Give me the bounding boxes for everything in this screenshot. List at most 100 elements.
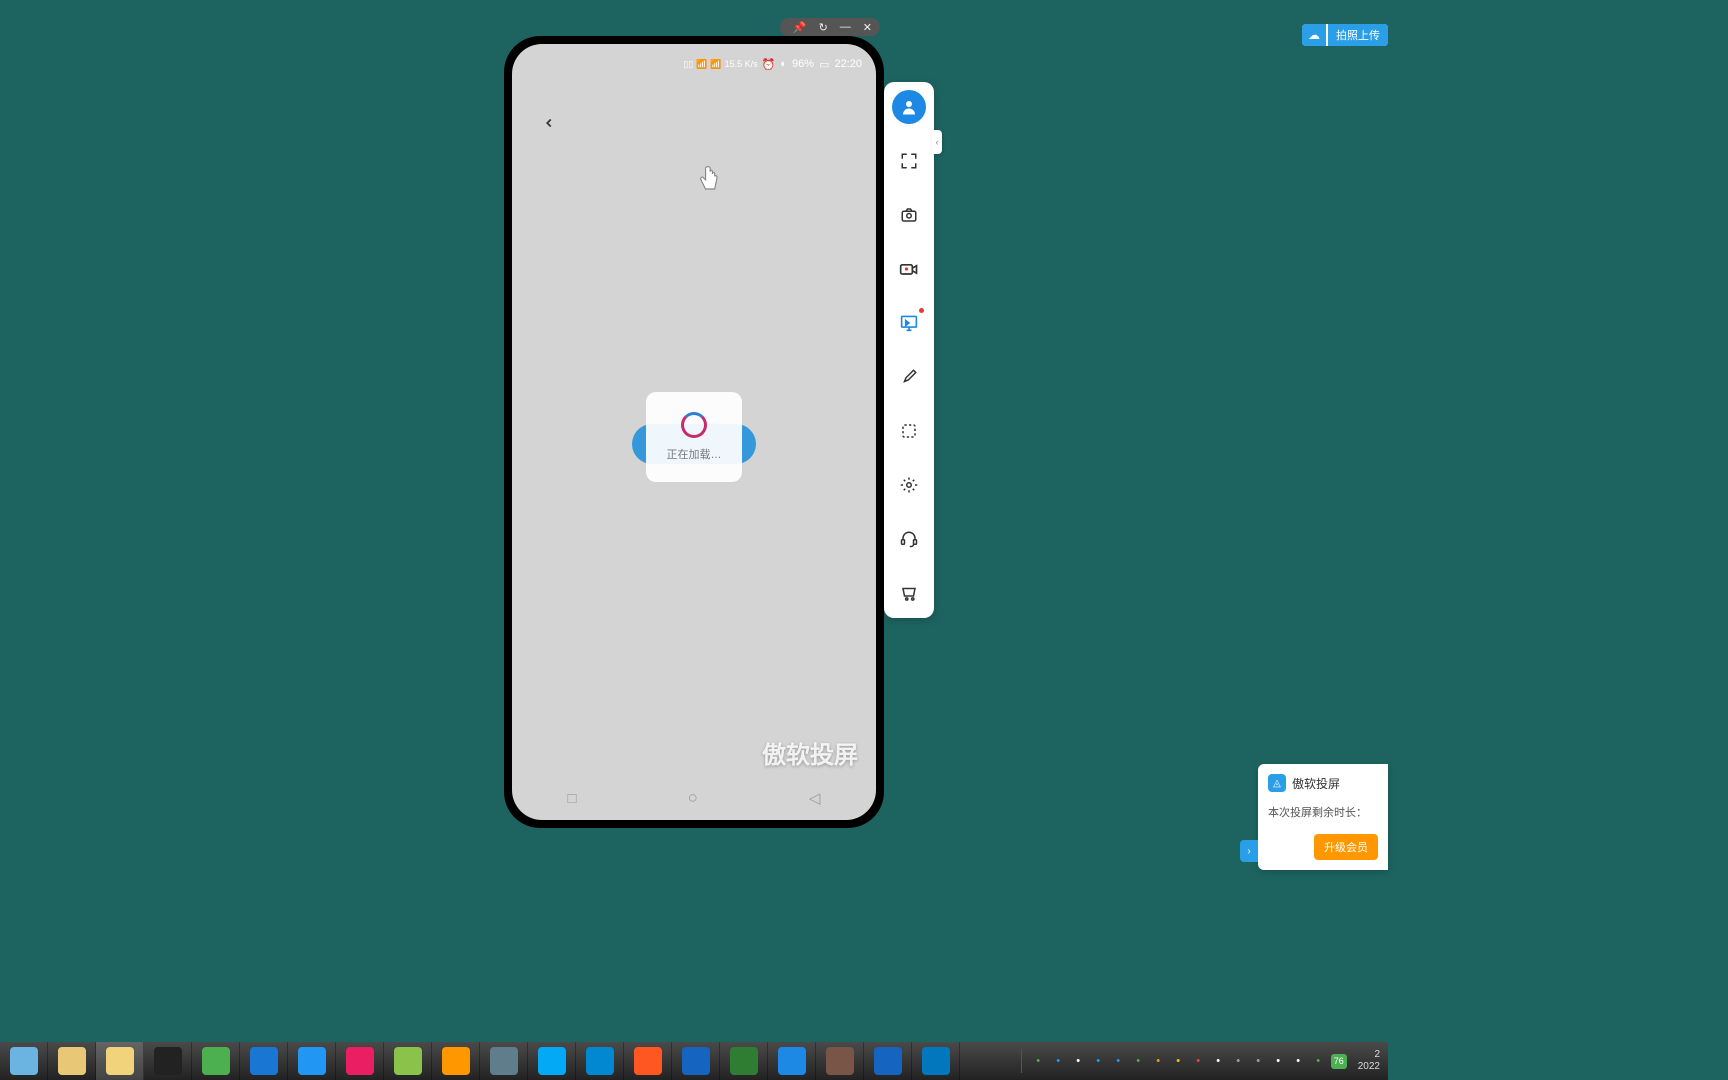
cloud-upload-icon: ☁ xyxy=(1302,24,1326,46)
app-apowersoft[interactable] xyxy=(912,1042,960,1080)
loading-text: 正在加载… xyxy=(667,446,722,462)
system-tray: • • • • • • • • • • • • • • • 76 22022 xyxy=(1013,1049,1388,1073)
recent-apps-button[interactable]: □ xyxy=(568,790,577,807)
wifi-icon[interactable]: • xyxy=(1091,1054,1106,1069)
app-sogou[interactable] xyxy=(480,1042,528,1080)
grid2-icon[interactable]: • xyxy=(1251,1054,1266,1069)
support-icon[interactable] xyxy=(892,522,926,556)
app-calc[interactable] xyxy=(48,1042,96,1080)
upload-badge-label: 拍照上传 xyxy=(1328,24,1388,46)
app-grid-icon xyxy=(298,1047,326,1075)
app-explorer[interactable] xyxy=(96,1042,144,1080)
app-qrcode-icon xyxy=(826,1047,854,1075)
taskbar-clock[interactable]: 22022 xyxy=(1352,1049,1380,1073)
app-apowersoft-icon xyxy=(922,1047,950,1075)
notification-collapse-button[interactable]: › xyxy=(1240,840,1258,862)
app-heart[interactable] xyxy=(336,1042,384,1080)
home-button[interactable]: ○ xyxy=(688,788,698,808)
app-explorer-icon xyxy=(106,1047,134,1075)
crop-icon[interactable] xyxy=(892,414,926,448)
toolbar-collapse-button[interactable]: ‹ xyxy=(932,130,942,154)
msg-icon[interactable]: • xyxy=(1131,1054,1146,1069)
back-nav-button[interactable]: ◁ xyxy=(809,789,821,807)
s2-icon[interactable]: • xyxy=(1171,1054,1186,1069)
m-icon[interactable]: • xyxy=(1051,1054,1066,1069)
wifi-icon: 📶 xyxy=(710,59,721,70)
grid1-icon[interactable]: • xyxy=(1231,1054,1246,1069)
loading-overlay: 正在加载… xyxy=(646,392,742,482)
notification-title: 傲软投屏 xyxy=(1292,775,1340,792)
circle-icon[interactable]: • xyxy=(1071,1054,1086,1069)
s-icon[interactable]: • xyxy=(1031,1054,1046,1069)
app-wechat[interactable] xyxy=(192,1042,240,1080)
down-icon[interactable]: • xyxy=(1311,1054,1326,1069)
shop-icon[interactable] xyxy=(892,576,926,610)
app-baidu[interactable] xyxy=(768,1042,816,1080)
app-ie-icon xyxy=(538,1047,566,1075)
app-start[interactable] xyxy=(0,1042,48,1080)
hand-cursor-icon xyxy=(695,165,723,197)
upload-badge[interactable]: ☁ 拍照上传 xyxy=(1302,24,1388,46)
app-ie[interactable] xyxy=(528,1042,576,1080)
battery-pct: 96% xyxy=(792,58,814,70)
app-edge[interactable] xyxy=(576,1042,624,1080)
circ2-icon[interactable]: • xyxy=(1291,1054,1306,1069)
upgrade-button[interactable]: 升级会员 xyxy=(1314,834,1378,860)
badge-76[interactable]: 76 xyxy=(1331,1054,1347,1069)
status-left-icons: ▯▯ 📶 📶 15.5 K/s xyxy=(683,59,757,70)
control-icon[interactable] xyxy=(892,306,926,340)
app-qq[interactable] xyxy=(144,1042,192,1080)
vol-icon[interactable]: • xyxy=(1211,1054,1226,1069)
record-icon[interactable] xyxy=(892,252,926,286)
ban-icon[interactable]: • xyxy=(1191,1054,1206,1069)
app-word-icon xyxy=(874,1047,902,1075)
account-icon[interactable] xyxy=(892,90,926,124)
app-grid[interactable] xyxy=(288,1042,336,1080)
app-qrcode[interactable] xyxy=(816,1042,864,1080)
refresh-icon[interactable]: ↻ xyxy=(819,21,828,34)
moon-icon: ◐ xyxy=(780,58,787,70)
app-browser-icon xyxy=(442,1047,470,1075)
app-browser[interactable] xyxy=(432,1042,480,1080)
app-heart-icon xyxy=(346,1047,374,1075)
battery-icon: ▭ xyxy=(819,58,829,71)
screenshot-icon[interactable] xyxy=(892,198,926,232)
k-icon[interactable]: • xyxy=(1111,1054,1126,1069)
app-u[interactable] xyxy=(240,1042,288,1080)
status-bar: ▯▯ 📶 📶 15.5 K/s ⏰ ◐ 96% ▭ 22:20 xyxy=(512,44,876,84)
pin-icon[interactable]: 📌 xyxy=(793,21,807,34)
signal-icon: 📶 xyxy=(696,59,707,70)
sim-icon: ▯▯ xyxy=(683,59,693,70)
app-baidu-icon xyxy=(778,1047,806,1075)
app-globe-icon xyxy=(394,1047,422,1075)
side-toolbar xyxy=(884,82,934,618)
app-globe[interactable] xyxy=(384,1042,432,1080)
app-excel[interactable] xyxy=(720,1042,768,1080)
app-excel-icon xyxy=(730,1047,758,1075)
app-start-icon xyxy=(10,1047,38,1075)
fullscreen-icon[interactable] xyxy=(892,144,926,178)
notification-box: › ◬ 傲软投屏 本次投屏剩余时长： 升级会员 xyxy=(1258,764,1388,870)
app-logo-icon: ◬ xyxy=(1268,774,1286,792)
app-sogou-icon xyxy=(490,1047,518,1075)
tray-icon[interactable]: • xyxy=(1271,1054,1286,1069)
app-wechat-icon xyxy=(202,1047,230,1075)
cloud-icon[interactable]: • xyxy=(1151,1054,1166,1069)
phone-screen[interactable]: ▯▯ 📶 📶 15.5 K/s ⏰ ◐ 96% ▭ 22:20 正在加载… 傲软… xyxy=(512,44,876,820)
taskbar: • • • • • • • • • • • • • • • 76 22022 xyxy=(0,1042,1388,1080)
android-nav: □ ○ ◁ xyxy=(512,776,876,820)
alarm-icon: ⏰ xyxy=(762,58,776,71)
taskbar-apps xyxy=(0,1042,960,1080)
watermark: 傲软投屏 xyxy=(762,735,858,770)
back-button[interactable] xyxy=(534,108,564,138)
app-calc-icon xyxy=(58,1047,86,1075)
app-bird[interactable] xyxy=(672,1042,720,1080)
app-word[interactable] xyxy=(864,1042,912,1080)
brush-icon[interactable] xyxy=(892,360,926,394)
app-firefox[interactable] xyxy=(624,1042,672,1080)
close-icon[interactable]: ✕ xyxy=(863,21,872,34)
settings-icon[interactable] xyxy=(892,468,926,502)
app-edge-icon xyxy=(586,1047,614,1075)
app-firefox-icon xyxy=(634,1047,662,1075)
minimize-icon[interactable]: — xyxy=(840,21,851,33)
